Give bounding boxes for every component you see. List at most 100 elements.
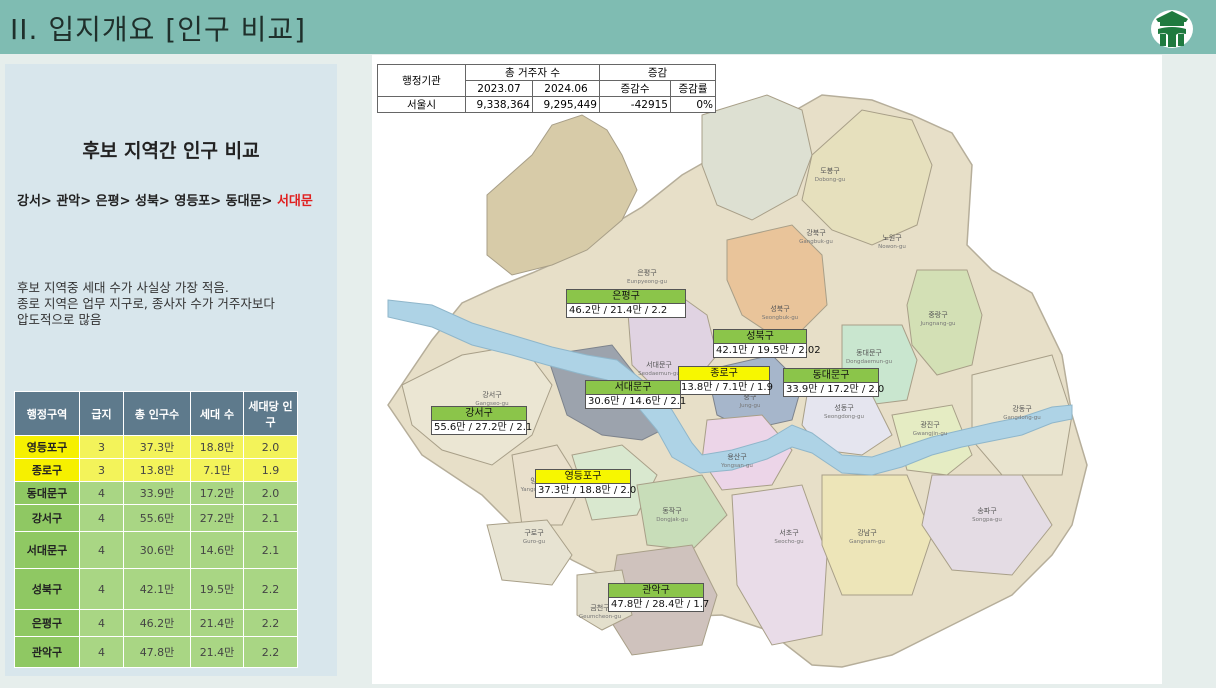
column-header: 행정기관: [377, 64, 466, 97]
map-label-yeongdeungpo: 영등포구 37.3만 / 18.8만 / 2.0: [535, 469, 636, 498]
district-name-en: Dobong-gu: [815, 177, 845, 183]
table-cell-grade: 4: [79, 568, 124, 610]
map-label-name: 영등포구: [535, 469, 631, 484]
table-row: 서대문구 4 30.6만 14.6만 2.1: [14, 531, 298, 569]
column-header: 급지: [79, 391, 124, 436]
table-cell-grade: 3: [79, 435, 124, 459]
district-name-en: Gangnam-gu: [849, 539, 885, 545]
district-name: 광진구: [920, 420, 940, 429]
table-header-row: 행정구역 급지 총 인구수 세대 수 세대당 인구: [14, 391, 298, 436]
district-name-en: Nowon-gu: [878, 244, 906, 250]
district-name-en: Dongjak-gu: [656, 517, 688, 523]
table-header-row: 행정기관 총 거주자 수 증감: [377, 64, 716, 97]
table-cell: 서울시: [377, 96, 466, 113]
map-label-value: 33.9만 / 17.2만 / 2.0: [783, 383, 884, 397]
table-cell-per-household: 2.2: [243, 609, 298, 637]
table-row: 관악구 4 47.8만 21.4만 2.2: [14, 636, 298, 668]
district-name-en: Seongbuk-gu: [762, 315, 798, 321]
district-name: 강북구: [806, 228, 826, 237]
table-cell-grade: 4: [79, 636, 124, 668]
map-label-name: 관악구: [608, 583, 704, 598]
district-name-en: Eunpyeong-gu: [627, 279, 667, 285]
description-line: 압도적으로 많음: [17, 312, 102, 327]
district-name-en: Seocho-gu: [774, 539, 803, 545]
table-cell-households: 21.4만: [190, 636, 244, 668]
table-cell-households: 17.2만: [190, 481, 244, 505]
map-label-value: 13.8만 / 7.1만 / 1.9: [678, 381, 773, 395]
table-cell-households: 14.6만: [190, 531, 244, 569]
column-header: 증감: [599, 64, 716, 81]
map-label-dongdaemun: 동대문구 33.9만 / 17.2만 / 2.0: [783, 368, 884, 397]
map-label-name: 서대문구: [585, 380, 681, 395]
table-row: 성북구 4 42.1만 19.5만 2.2: [14, 568, 298, 610]
column-header: 총 인구수: [123, 391, 191, 436]
table-cell-per-household: 2.1: [243, 531, 298, 569]
table-cell-per-household: 1.9: [243, 458, 298, 482]
table-cell-population: 13.8만: [123, 458, 191, 482]
table-cell-households: 21.4만: [190, 609, 244, 637]
table-cell-population: 46.2만: [123, 609, 191, 637]
page-title: II. 입지개요 [인구 비교]: [10, 13, 307, 46]
table-cell-households: 27.2만: [190, 504, 244, 532]
district-name: 노원구: [882, 233, 902, 242]
table-cell-grade: 3: [79, 458, 124, 482]
table-row: 서울시 9,338,364 9,295,449 -42915 0%: [377, 96, 716, 113]
district-name-en: Jungnang-gu: [920, 321, 956, 327]
table-row: 영등포구 3 37.3만 18.8만 2.0: [14, 435, 298, 459]
map-label-name: 은평구: [566, 289, 686, 304]
table-cell-grade: 4: [79, 504, 124, 532]
district-name: 동대문구: [856, 349, 882, 357]
map-label-jongno: 종로구 13.8만 / 7.1만 / 1.9: [678, 366, 773, 395]
column-header: 2023.07: [465, 80, 533, 97]
district-name-en: Gwangjin-gu: [913, 431, 948, 437]
map-label-gwanak: 관악구 47.8만 / 28.4만 / 1.7: [608, 583, 709, 612]
column-header: 증감수: [599, 80, 671, 97]
table-cell-district: 동대문구: [14, 481, 80, 505]
table-cell-district: 종로구: [14, 458, 80, 482]
map-label-name: 종로구: [678, 366, 770, 381]
district-name-en: Seongdong-gu: [824, 414, 864, 420]
comparison-panel: 후보 지역간 인구 비교 강서> 관악> 은평> 성북> 영등포> 동대문> 서…: [5, 64, 337, 676]
district-name: 성동구: [834, 403, 854, 412]
map-label-seodaemun: 서대문구 30.6만 / 14.6만 / 2.1: [585, 380, 686, 409]
map-label-name: 성북구: [713, 329, 807, 344]
district-name: 은평구: [637, 268, 657, 277]
map-label-value: 55.6만 / 27.2만 / 2.1: [431, 421, 532, 435]
table-cell-population: 33.9만: [123, 481, 191, 505]
table-cell-grade: 4: [79, 481, 124, 505]
column-header: 총 거주자 수: [465, 64, 600, 81]
table-cell-grade: 4: [79, 531, 124, 569]
description-line: 종로 지역은 업무 지구로, 종사자 수가 거주자보다: [17, 296, 275, 311]
table-cell-households: 7.1만: [190, 458, 244, 482]
table-row: 은평구 4 46.2만 21.4만 2.2: [14, 609, 298, 637]
district-name: 서대문구: [646, 360, 672, 369]
seoul-population-table: 행정기관 총 거주자 수 증감 2023.07 2024.06 증감수 증감률 …: [377, 64, 716, 113]
column-header: 행정구역: [14, 391, 80, 436]
table-cell-district: 영등포구: [14, 435, 80, 459]
table-cell-population: 30.6만: [123, 531, 191, 569]
map-label-gangseo: 강서구 55.6만 / 27.2만 / 2.1: [431, 406, 532, 435]
table-row: 종로구 3 13.8만 7.1만 1.9: [14, 458, 298, 482]
table-cell-population: 42.1만: [123, 568, 191, 610]
table-cell-per-household: 2.1: [243, 504, 298, 532]
map-label-seongbuk: 성북구 42.1만 / 19.5만 / 2.02: [713, 329, 821, 358]
district-name: 강서구: [482, 390, 502, 399]
table-cell-district: 관악구: [14, 636, 80, 668]
table-cell-households: 18.8만: [190, 435, 244, 459]
district-name-en: Yongsan-gu: [720, 463, 753, 469]
table-cell: 9,338,364: [465, 96, 533, 113]
map-label-eunpyeong: 은평구 46.2만 / 21.4만 / 2.2: [566, 289, 686, 318]
district-name: 강남구: [857, 528, 877, 537]
map-label-value: 42.1만 / 19.5만 / 2.02: [713, 344, 821, 358]
district-name: 서초구: [779, 528, 799, 537]
table-row: 강서구 4 55.6만 27.2만 2.1: [14, 504, 298, 532]
ranking-text: 강서> 관악> 은평> 성북> 영등포> 동대문> 서대문: [17, 190, 313, 209]
district-name: 강동구: [1012, 404, 1032, 413]
table-cell-district: 은평구: [14, 609, 80, 637]
district-name-en: Geumcheon-gu: [579, 614, 621, 620]
district-name: 구로구: [524, 529, 544, 537]
table-cell-per-household: 2.0: [243, 481, 298, 505]
district-name-en: Songpa-gu: [972, 517, 1002, 523]
panel-title: 후보 지역간 인구 비교: [82, 140, 260, 162]
district-name-en: Seodaemun-gu: [638, 371, 680, 377]
